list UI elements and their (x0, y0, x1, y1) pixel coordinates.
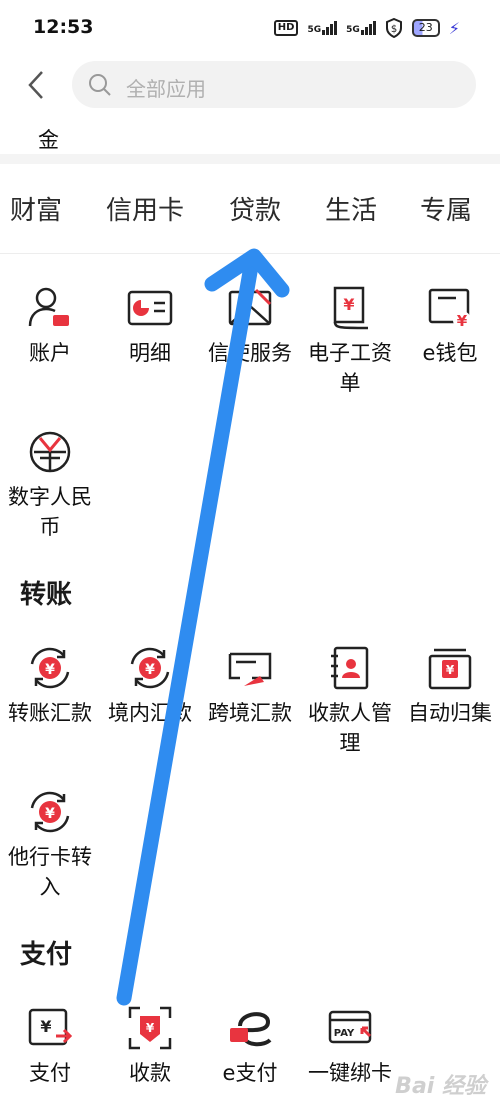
wallet-icon: ¥ (428, 288, 471, 330)
detail-button[interactable]: 明细 (100, 284, 200, 368)
domestic-remit-label: 境内汇款 (108, 701, 192, 725)
svg-text:¥: ¥ (446, 663, 455, 677)
account-label: 账户 (29, 341, 71, 365)
svg-text:¥: ¥ (146, 1021, 155, 1035)
other-bank-button[interactable]: ¥ 他行卡转入 (0, 788, 100, 902)
payee-label: 收款人管理 (308, 701, 392, 755)
transfer-label: 转账汇款 (8, 701, 92, 725)
e-pay-label: e支付 (222, 1061, 278, 1085)
messenger-icon (228, 288, 272, 326)
auto-collect-label: 自动归集 (408, 701, 492, 725)
account-icon (28, 287, 69, 327)
digital-rmb-label: 数字人民币 (8, 485, 92, 539)
payee-button[interactable]: 收款人管理 (300, 644, 400, 758)
cross-border-icon (228, 652, 272, 686)
receive-icon: ¥ (128, 1006, 172, 1050)
divider (0, 154, 500, 164)
search-input[interactable]: 全部应用 (72, 61, 476, 108)
tab-exclusive[interactable]: 专属 (420, 190, 472, 227)
tab-loan[interactable]: 贷款 (229, 190, 281, 227)
messenger-label: 信使服务 (208, 341, 292, 365)
detail-icon (127, 290, 173, 326)
back-icon[interactable] (22, 68, 52, 102)
e-pay-icon (230, 1012, 272, 1047)
status-icons: HD 5G 5G $ 23 ⚡ (273, 18, 460, 38)
digital-rmb-button[interactable]: 数字人民币 (0, 428, 100, 542)
tab-credit-card[interactable]: 信用卡 (106, 190, 184, 227)
e-pay-button[interactable]: e支付 (200, 1004, 300, 1088)
watermark: Bai 经验 (395, 1074, 486, 1099)
search-icon (89, 74, 111, 96)
bind-card-icon: PAY (328, 1010, 372, 1044)
hd-icon: HD (273, 20, 299, 36)
shield-icon: $ (385, 18, 402, 38)
wallet-button[interactable]: ¥ e钱包 (400, 284, 500, 368)
svg-text:$: $ (391, 24, 397, 35)
signal-icon-2: 5G (346, 21, 376, 35)
pay-icon: ¥ (28, 1008, 73, 1046)
receive-button[interactable]: ¥ 收款 (100, 1004, 200, 1088)
auto-collect-button[interactable]: ¥ 自动归集 (400, 644, 500, 728)
tab-wealth[interactable]: 财富 (10, 190, 62, 227)
pay-button[interactable]: ¥ 支付 (0, 1004, 100, 1088)
battery-icon: 23 (411, 19, 440, 37)
payslip-button[interactable]: ¥ 电子工资单 (300, 284, 400, 398)
svg-text:¥: ¥ (45, 662, 55, 678)
account-button[interactable]: 账户 (0, 284, 100, 368)
bind-card-label: 一键绑卡 (308, 1061, 392, 1085)
payment-section-title: 支付 (20, 940, 73, 970)
svg-text:¥: ¥ (145, 662, 155, 678)
payee-icon (331, 646, 369, 690)
receive-label: 收款 (129, 1061, 171, 1085)
domestic-remit-icon: ¥ (130, 647, 170, 689)
signal-icon: 5G (307, 21, 338, 35)
svg-text:¥: ¥ (343, 295, 354, 314)
pay-label: 支付 (29, 1061, 71, 1085)
swipe-arrow-icon (116, 248, 290, 1006)
svg-text:¥: ¥ (40, 1017, 51, 1036)
transfer-icon: ¥ (30, 647, 70, 689)
messenger-button[interactable]: 信使服务 (200, 284, 300, 368)
svg-text:PAY: PAY (334, 1028, 355, 1039)
wallet-label: e钱包 (422, 341, 478, 365)
network-label: 5G (307, 25, 322, 35)
auto-collect-icon: ¥ (428, 648, 472, 690)
status-bar: 12:53 HD 5G 5G $ 23 ⚡ (0, 0, 500, 58)
status-time: 12:53 (33, 16, 94, 38)
digital-rmb-icon (29, 431, 71, 473)
payslip-label: 电子工资单 (308, 341, 392, 395)
cross-border-label: 跨境汇款 (208, 701, 292, 725)
charging-icon: ⚡ (448, 18, 460, 38)
payslip-icon: ¥ (333, 286, 369, 330)
search-placeholder: 全部应用 (126, 77, 206, 101)
other-bank-label: 他行卡转入 (8, 845, 92, 899)
transfer-button[interactable]: ¥ 转账汇款 (0, 644, 100, 728)
bind-card-button[interactable]: PAY 一键绑卡 (300, 1004, 400, 1088)
transfer-section-title: 转账 (20, 580, 73, 610)
network-label-2: 5G (346, 25, 360, 35)
svg-text:¥: ¥ (45, 806, 55, 822)
domestic-remit-button[interactable]: ¥ 境内汇款 (100, 644, 200, 728)
other-bank-icon: ¥ (30, 791, 70, 833)
divider (0, 253, 500, 254)
category-tabs: 财富 信用卡 贷款 生活 专属 (0, 190, 500, 234)
search-hint[interactable]: 金 (38, 124, 59, 154)
tab-life[interactable]: 生活 (325, 190, 377, 227)
cross-border-button[interactable]: 跨境汇款 (200, 644, 300, 728)
detail-label: 明细 (129, 341, 171, 365)
svg-text:¥: ¥ (457, 312, 468, 330)
